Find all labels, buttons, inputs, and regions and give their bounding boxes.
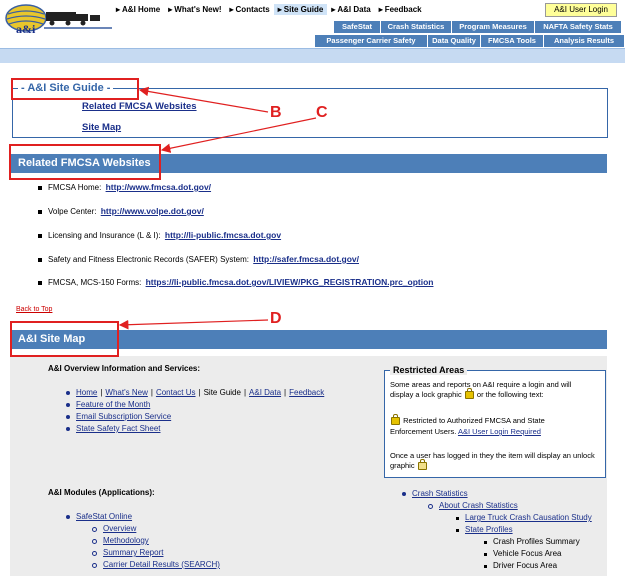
- annotation-arrows: [118, 86, 317, 330]
- arrow-b: [138, 86, 269, 113]
- arrow-d: [118, 319, 269, 330]
- arrow-c: [160, 117, 317, 153]
